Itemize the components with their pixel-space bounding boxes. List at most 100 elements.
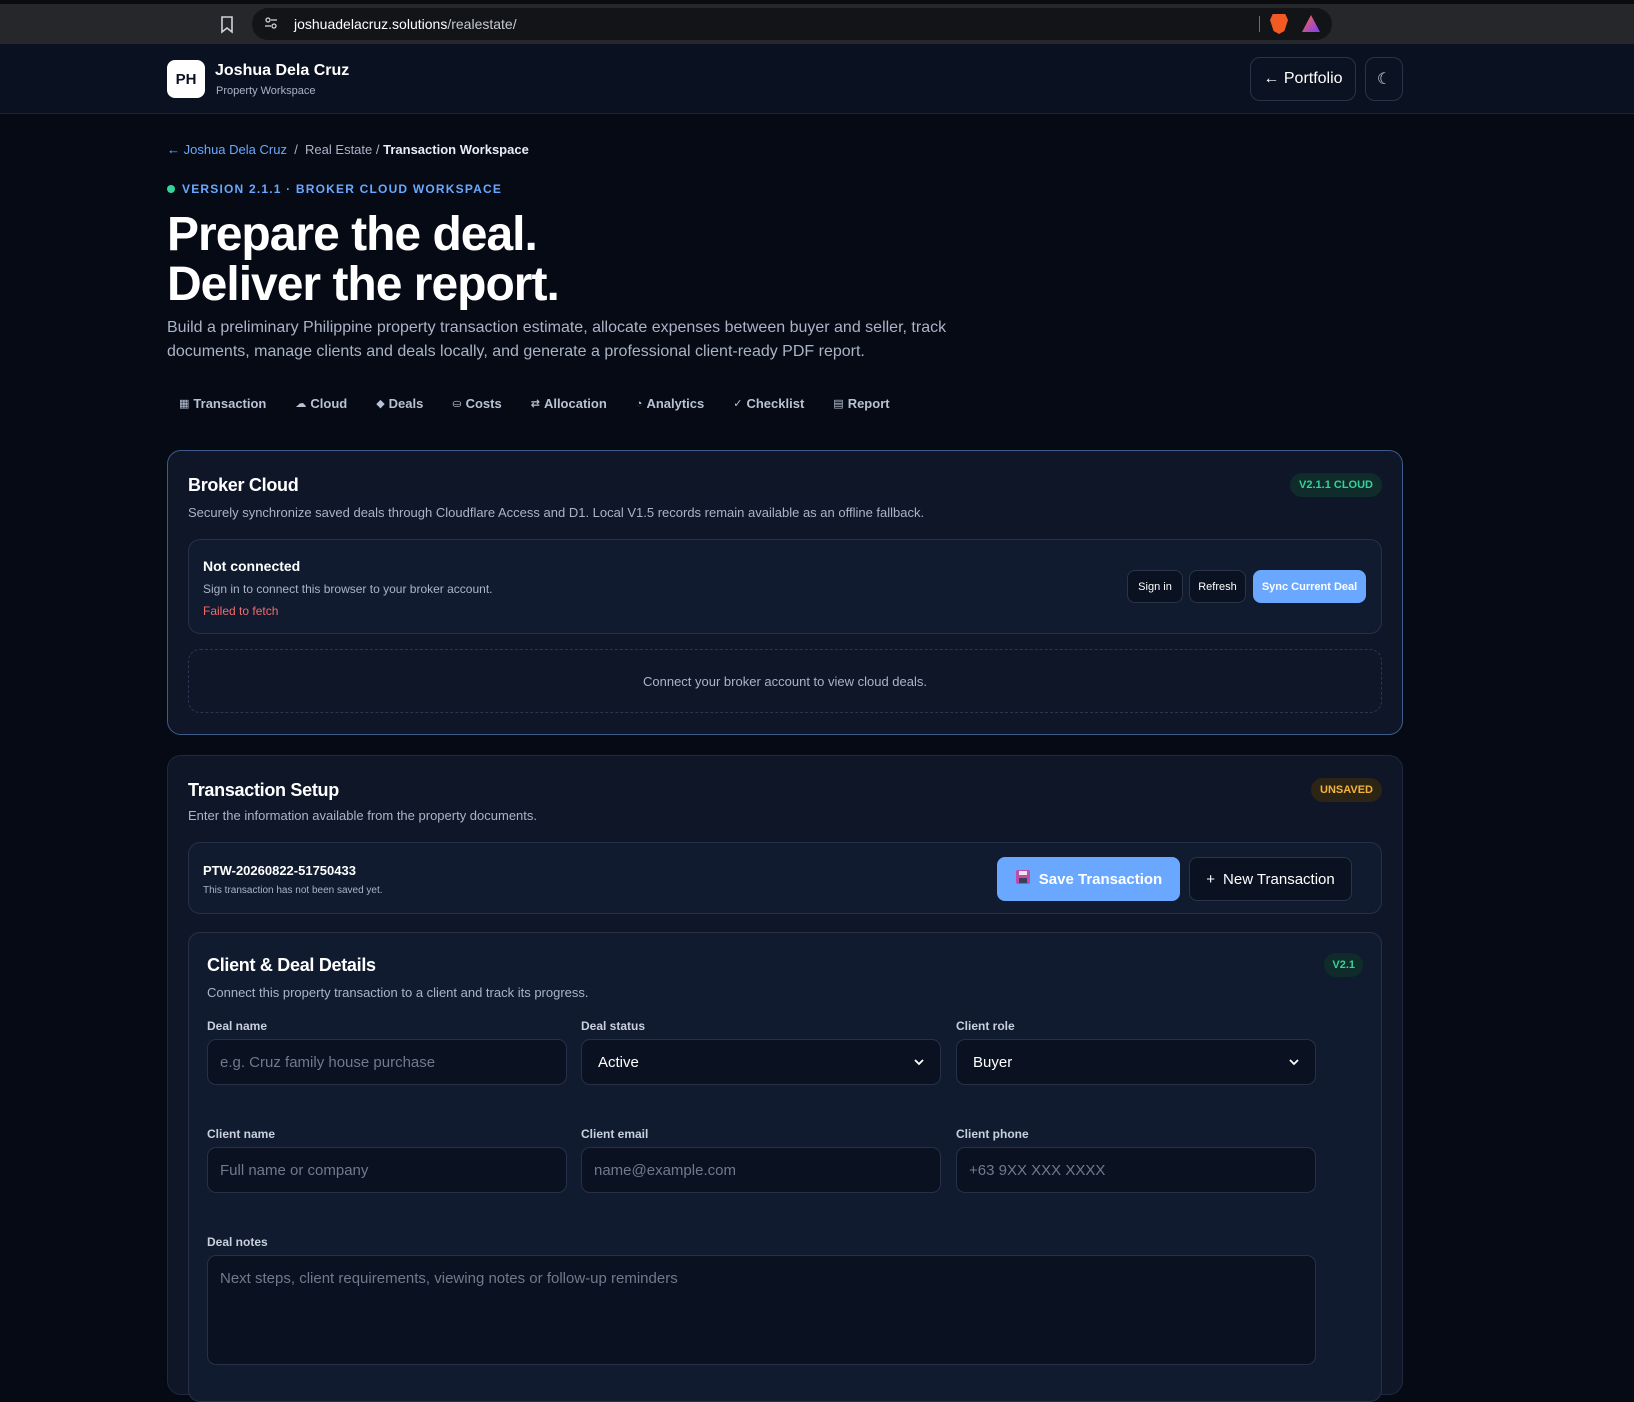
transaction-id: PTW-20260822-51750433: [203, 863, 356, 878]
status-dot-icon: [167, 185, 175, 193]
new-transaction-button[interactable]: + New Transaction: [1189, 857, 1352, 901]
chevron-down-icon: [1289, 1055, 1299, 1069]
save-label: Save Transaction: [1038, 870, 1163, 888]
tab-transaction[interactable]: ▦ Transaction: [179, 396, 266, 411]
address-bar[interactable]: joshuadelacruz.solutions/realestate/: [252, 8, 1332, 40]
tab-cloud[interactable]: ☁ Cloud: [295, 396, 347, 411]
client-deal-details-panel: Client & Deal Details V2.1 Connect this …: [188, 932, 1382, 1402]
breadcrumb-current: Transaction Workspace: [383, 142, 529, 157]
unsaved-badge: UNSAVED: [1311, 778, 1382, 802]
broker-cloud-card: Broker Cloud V2.1.1 CLOUD Securely synch…: [167, 450, 1403, 735]
tab-allocation[interactable]: ⇄ Allocation: [531, 396, 607, 411]
floppy-disk-icon: [1015, 869, 1031, 889]
version-badge: V2.1: [1324, 953, 1363, 977]
moon-icon: ☾: [1376, 71, 1392, 88]
tab-label: Costs: [465, 396, 502, 411]
page-description: Build a preliminary Philippine property …: [167, 319, 947, 360]
breadcrumb: ← Joshua Dela Cruz / Real Estate / Trans…: [167, 142, 529, 157]
selected-value: Buyer: [973, 1053, 1013, 1071]
url-text: joshuadelacruz.solutions/realestate/: [294, 16, 517, 32]
client-phone-label: Client phone: [956, 1127, 1029, 1141]
version-text: VERSION 2.1.1 · BROKER CLOUD WORKSPACE: [182, 182, 503, 196]
document-icon: ▤: [833, 398, 844, 410]
section-tabs: ▦ Transaction ☁ Cloud ◆ Deals ⛀ Costs ⇄ Alloc…: [179, 396, 890, 411]
deal-status-select[interactable]: Active: [581, 1039, 941, 1085]
page-title: Prepare the deal. Deliver the report.: [167, 208, 560, 311]
brave-shield-icon[interactable]: [1270, 14, 1288, 34]
client-role-label: Client role: [956, 1019, 1015, 1033]
tab-label: Allocation: [543, 396, 607, 411]
new-label: New Transaction: [1223, 870, 1335, 888]
card-title: Broker Cloud: [188, 475, 299, 495]
refresh-button[interactable]: Refresh: [1189, 570, 1246, 603]
client-name-label: Client name: [207, 1127, 276, 1141]
deal-name-input[interactable]: e.g. Cruz family house purchase: [207, 1039, 567, 1085]
site-settings-icon[interactable]: [264, 16, 280, 32]
browser-toolbar: joshuadelacruz.solutions/realestate/: [0, 0, 1634, 44]
title-line-1: Prepare the deal.: [167, 208, 538, 261]
status-title: Not connected: [203, 558, 301, 574]
tab-deals[interactable]: ◆ Deals: [376, 396, 423, 411]
tab-label: Report: [847, 396, 890, 411]
transaction-id-panel: PTW-20260822-51750433 This transaction h…: [188, 842, 1382, 914]
divider: [1259, 16, 1260, 32]
client-phone-input[interactable]: +63 9XX XXX XXXX: [956, 1147, 1316, 1193]
swap-icon: ⇄: [530, 398, 540, 410]
breadcrumb-home-link[interactable]: ← Joshua Dela Cruz: [167, 142, 287, 157]
title-line-2: Deliver the report.: [167, 258, 560, 311]
tab-label: Cloud: [310, 396, 348, 411]
breadcrumb-section: Real Estate /: [305, 142, 380, 157]
tab-label: Checklist: [746, 396, 805, 411]
transaction-setup-card: Transaction Setup UNSAVED Enter the info…: [167, 755, 1403, 1402]
save-transaction-button[interactable]: Save Transaction: [997, 857, 1180, 901]
theme-toggle-button[interactable]: ☾: [1365, 57, 1403, 101]
app-header: PH Joshua Dela Cruz Property Workspace ←…: [0, 44, 1634, 114]
card-description: Securely synchronize saved deals through…: [188, 505, 925, 520]
chevron-down-icon: [914, 1055, 924, 1069]
error-message: Failed to fetch: [203, 604, 279, 618]
tab-analytics[interactable]: ◔ Analytics: [636, 396, 704, 411]
url-host: joshuadelacruz.solutions: [294, 16, 448, 32]
connection-status-panel: Not connected Sign in to connect this br…: [188, 539, 1382, 634]
tab-label: Deals: [388, 396, 424, 411]
client-name-input[interactable]: Full name or company: [207, 1147, 567, 1193]
save-status-note: This transaction has not been saved yet.: [203, 885, 383, 896]
status-message: Sign in to connect this browser to your …: [203, 582, 493, 596]
tab-label: Transaction: [193, 396, 267, 411]
breadcrumb-separator: /: [294, 142, 298, 157]
bookmark-icon[interactable]: [220, 16, 238, 36]
coins-icon: ⛀: [452, 398, 462, 410]
version-badge: V2.1.1 CLOUD: [1290, 473, 1382, 497]
client-role-select[interactable]: Buyer: [956, 1039, 1316, 1085]
cloud-deals-empty-state: Connect your broker account to view clou…: [188, 649, 1382, 713]
diamond-icon: ◆: [376, 398, 385, 410]
portfolio-button[interactable]: ← Portfolio: [1250, 57, 1356, 101]
tab-costs[interactable]: ⛀ Costs: [452, 396, 501, 411]
cloud-icon: ☁: [295, 398, 307, 410]
deal-notes-textarea[interactable]: Next steps, client requirements, viewing…: [207, 1255, 1316, 1365]
version-label: VERSION 2.1.1 · BROKER CLOUD WORKSPACE: [167, 182, 502, 196]
check-icon: ✓: [733, 398, 743, 410]
section-description: Connect this property transaction to a c…: [207, 985, 589, 1000]
brand-name: Joshua Dela Cruz: [215, 62, 350, 79]
client-email-input[interactable]: name@example.com: [581, 1147, 941, 1193]
card-description: Enter the information available from the…: [188, 808, 538, 823]
tab-label: Analytics: [646, 396, 705, 411]
selected-value: Active: [598, 1053, 639, 1071]
client-email-label: Client email: [581, 1127, 649, 1141]
sign-in-button[interactable]: Sign in: [1127, 570, 1183, 603]
tab-checklist[interactable]: ✓ Checklist: [733, 396, 804, 411]
url-path: /realestate/: [447, 16, 517, 32]
plus-icon: +: [1206, 870, 1216, 888]
section-title: Client & Deal Details: [207, 955, 376, 975]
deal-notes-label: Deal notes: [207, 1235, 268, 1249]
deal-status-label: Deal status: [581, 1019, 646, 1033]
card-title: Transaction Setup: [188, 780, 339, 800]
brave-rewards-icon[interactable]: [1302, 15, 1320, 32]
tab-report[interactable]: ▤ Report: [833, 396, 889, 411]
logo: PH: [167, 60, 205, 98]
brand-subtitle: Property Workspace: [216, 85, 316, 97]
sync-current-deal-button[interactable]: Sync Current Deal: [1253, 570, 1366, 603]
deal-name-label: Deal name: [207, 1019, 268, 1033]
pie-chart-icon: ◔: [635, 397, 643, 410]
